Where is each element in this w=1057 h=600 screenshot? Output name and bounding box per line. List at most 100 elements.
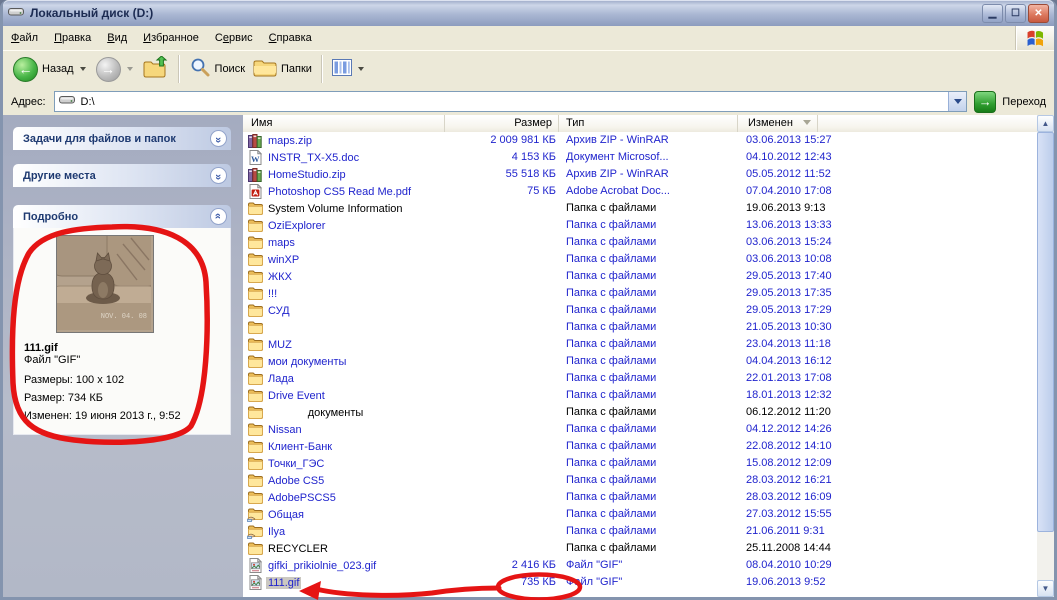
file-name[interactable]: ЖКХ [266,271,294,283]
file-row[interactable]: AdobePSCS5Папка с файлами28.03.2012 16:0… [243,489,1037,506]
file-name[interactable]: maps.zip [266,135,314,147]
back-dropdown-icon[interactable] [80,67,86,71]
maximize-button[interactable]: ☐ [1005,4,1026,23]
file-name[interactable]: INSTR_TX-X5.doc [266,152,361,164]
file-name[interactable]: !!! [266,288,279,300]
menu-item-сервис[interactable]: Сервис [207,26,261,50]
file-name[interactable]: мои документы [266,356,348,368]
file-row[interactable]: мои документыПапка с файлами04.04.2013 1… [243,353,1037,370]
file-name[interactable]: 111.gif [266,577,301,589]
file-row[interactable]: WINSTR_TX-X5.doc4 153 КБДокумент Microso… [243,149,1037,166]
column-header-3[interactable]: Изменен [738,115,818,132]
folder-icon [247,201,263,217]
column-header-2[interactable]: Тип [559,115,738,132]
minimize-button[interactable]: ▁ [982,4,1003,23]
details-size: Размер: 734 КБ [24,392,230,404]
file-name[interactable]: Photoshop CS5 Read Me.pdf [266,186,413,198]
search-button[interactable]: Поиск [185,55,249,84]
file-name-cell: 111.gif [247,574,301,591]
forward-dropdown-icon[interactable] [127,67,133,71]
chevron-up-icon[interactable]: » [210,208,227,225]
views-dropdown-icon[interactable] [358,67,364,71]
file-row[interactable]: HomeStudio.zip55 518 КБАрхив ZIP - WinRA… [243,166,1037,183]
file-name[interactable]: MUZ [266,339,294,351]
file-name[interactable]: Adobe CS5 [266,475,326,487]
file-name[interactable]: Точки_ГЭС [266,458,326,470]
file-modified: 25.11.2008 14:44 [746,542,831,554]
file-row[interactable]: winXPПапка с файлами03.06.2013 10:08 [243,251,1037,268]
chevron-down-icon[interactable]: » [210,130,227,147]
file-name[interactable]: документы [266,407,365,419]
scroll-down-button[interactable]: ▼ [1037,580,1054,597]
file-name[interactable]: maps [266,237,297,249]
vertical-scrollbar[interactable]: ▲ ▼ [1037,115,1054,597]
views-button[interactable] [328,57,370,81]
file-name[interactable]: HomeStudio.zip [266,169,348,181]
panel-header-details[interactable]: Подробно » [13,205,231,228]
file-name[interactable]: Общая [266,509,306,521]
panel-header-file-tasks[interactable]: Задачи для файлов и папок » [13,127,231,150]
go-button[interactable]: → [974,91,996,113]
back-button[interactable]: ← Назад [9,55,92,84]
address-dropdown-button[interactable] [948,92,966,111]
scrollbar-thumb[interactable] [1037,132,1054,532]
file-modified: 28.03.2012 16:21 [746,474,832,486]
folders-button[interactable]: Папки [249,56,316,83]
file-name[interactable]: Ilya [266,526,287,538]
address-input[interactable]: D:\ [54,91,968,112]
file-row[interactable]: Клиент-БанкПапка с файлами22.08.2012 14:… [243,438,1037,455]
file-name[interactable]: Drive Event [266,390,327,402]
file-row[interactable]: документыПапка с файлами06.12.2012 11:20 [243,404,1037,421]
file-name[interactable]: System Volume Information [266,203,405,215]
scroll-up-button[interactable]: ▲ [1037,115,1054,132]
menu-item-правка[interactable]: Правка [46,26,99,50]
file-row[interactable]: mapsПапка с файлами03.06.2013 15:24 [243,234,1037,251]
file-row[interactable]: СУДПапка с файлами29.05.2013 17:29 [243,302,1037,319]
folder-icon [247,490,263,506]
column-header-0[interactable]: Имя [243,115,445,132]
file-row[interactable]: ЖКХПапка с файлами29.05.2013 17:40 [243,268,1037,285]
file-row[interactable]: Adobe CS5Папка с файлами28.03.2012 16:21 [243,472,1037,489]
file-row[interactable]: System Volume InformationПапка с файлами… [243,200,1037,217]
panel-header-other-places[interactable]: Другие места » [13,164,231,187]
file-modified: 03.06.2013 15:24 [746,236,832,248]
file-row[interactable]: MUZПапка с файлами23.04.2013 11:18 [243,336,1037,353]
file-name[interactable]: RECYCLER [266,543,330,555]
file-name[interactable]: winXP [266,254,301,266]
file-row[interactable]: gifki_prikiolnie_023.gif2 416 КБФайл "GI… [243,557,1037,574]
go-label: Переход [1002,96,1046,108]
file-name[interactable]: gifki_prikiolnie_023.gif [266,560,378,572]
file-type: Папка с файлами [566,338,656,350]
chevron-down-icon[interactable]: » [210,167,227,184]
file-row[interactable]: Папка с файлами21.05.2013 10:30 [243,319,1037,336]
file-row[interactable]: 111.gif735 КБФайл "GIF"19.06.2013 9:52 [243,574,1037,591]
menu-item-файл[interactable]: Файл [3,26,46,50]
file-row[interactable]: ЛадаПапка с файлами22.01.2013 17:08 [243,370,1037,387]
file-name[interactable]: OziExplorer [266,220,327,232]
menu-item-вид[interactable]: Вид [99,26,135,50]
file-row[interactable]: RECYCLERПапка с файлами25.11.2008 14:44 [243,540,1037,557]
file-name[interactable]: Клиент-Банк [266,441,334,453]
file-name[interactable]: Nissan [266,424,304,436]
file-row[interactable]: Drive EventПапка с файлами18.01.2013 12:… [243,387,1037,404]
file-name[interactable]: СУД [266,305,292,317]
forward-button[interactable]: → [92,55,139,84]
close-button[interactable]: ✕ [1028,4,1049,23]
menu-item-избранное[interactable]: Избранное [135,26,207,50]
gif-icon [247,575,263,591]
file-row[interactable]: Точки_ГЭСПапка с файлами15.08.2012 12:09 [243,455,1037,472]
file-row[interactable]: Photoshop CS5 Read Me.pdf75 КБAdobe Acro… [243,183,1037,200]
file-name[interactable]: AdobePSCS5 [266,492,338,504]
file-name[interactable]: Лада [266,373,296,385]
file-row[interactable]: IlyaПапка с файлами21.06.2011 9:31 [243,523,1037,540]
menu-item-справка[interactable]: Справка [261,26,320,50]
file-row[interactable]: OziExplorerПапка с файлами13.06.2013 13:… [243,217,1037,234]
column-header-1[interactable]: Размер [445,115,559,132]
up-button[interactable] [139,54,173,85]
title-bar: Локальный диск (D:) ▁ ☐ ✕ [3,0,1054,26]
file-row[interactable]: NissanПапка с файлами04.12.2012 14:26 [243,421,1037,438]
file-modified: 21.06.2011 9:31 [746,525,825,537]
file-row[interactable]: ОбщаяПапка с файлами27.03.2012 15:55 [243,506,1037,523]
file-row[interactable]: maps.zip2 009 981 КБАрхив ZIP - WinRAR03… [243,132,1037,149]
file-row[interactable]: !!!Папка с файлами29.05.2013 17:35 [243,285,1037,302]
